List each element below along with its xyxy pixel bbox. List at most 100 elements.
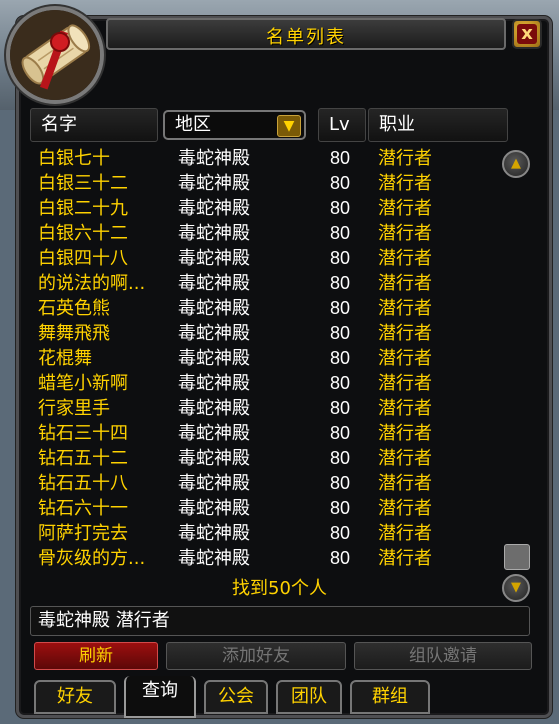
player-zone: 毒蛇神殿 — [178, 373, 250, 394]
player-name: 钻石三十四 — [38, 423, 128, 444]
list-row[interactable]: 钻石五十二 毒蛇神殿 80 潜行者 — [30, 446, 500, 471]
results-count: 找到50个人 — [232, 578, 327, 599]
player-name: 白银六十二 — [38, 223, 128, 244]
player-zone: 毒蛇神殿 — [178, 198, 250, 219]
player-zone: 毒蛇神殿 — [178, 298, 250, 319]
list-row[interactable]: 白银二十九 毒蛇神殿 80 潜行者 — [30, 196, 500, 221]
tab-chat-channels[interactable]: 群组 — [350, 680, 430, 714]
player-level: 80 — [330, 348, 351, 368]
player-class: 潜行者 — [378, 273, 432, 294]
column-header-name[interactable]: 名字 — [30, 108, 158, 142]
player-class: 潜行者 — [378, 248, 432, 269]
player-class: 潜行者 — [378, 523, 432, 544]
player-level: 80 — [330, 398, 351, 418]
player-class: 潜行者 — [378, 348, 432, 369]
refresh-button[interactable]: 刷新 — [34, 642, 158, 670]
player-class: 潜行者 — [378, 473, 432, 494]
player-class: 潜行者 — [378, 173, 432, 194]
tab-guild[interactable]: 公会 — [204, 680, 268, 714]
list-row[interactable]: 石英色熊 毒蛇神殿 80 潜行者 — [30, 296, 500, 321]
zone-dropdown-label: 地区 — [175, 114, 211, 135]
group-invite-button[interactable]: 组队邀请 — [354, 642, 532, 670]
list-row[interactable]: 钻石五十八 毒蛇神殿 80 潜行者 — [30, 471, 500, 496]
list-row[interactable]: 白银四十八 毒蛇神殿 80 潜行者 — [30, 246, 500, 271]
player-level: 80 — [330, 148, 351, 168]
player-level: 80 — [330, 373, 351, 393]
close-icon: x — [517, 24, 537, 44]
player-zone: 毒蛇神殿 — [178, 398, 250, 419]
player-class: 潜行者 — [378, 448, 432, 469]
search-status-text: 毒蛇神殿 潜行者 — [30, 606, 530, 636]
player-name: 白银三十二 — [38, 173, 128, 194]
player-name: 骨灰级的方... — [38, 548, 146, 569]
column-header-class[interactable]: 职业 — [368, 108, 508, 142]
player-zone: 毒蛇神殿 — [178, 498, 250, 519]
list-row[interactable]: 舞舞飛飛 毒蛇神殿 80 潜行者 — [30, 321, 500, 346]
column-header-level[interactable]: Lv — [318, 108, 366, 142]
player-name: 白银四十八 — [38, 248, 128, 269]
player-class: 潜行者 — [378, 498, 432, 519]
player-name: 舞舞飛飛 — [38, 323, 110, 344]
list-row[interactable]: 行家里手 毒蛇神殿 80 潜行者 — [30, 396, 500, 421]
list-row[interactable]: 白银七十 毒蛇神殿 80 潜行者 — [30, 146, 500, 171]
tab-who[interactable]: 查询 — [124, 676, 196, 718]
player-level: 80 — [330, 173, 351, 193]
window-title: 名单列表 — [266, 27, 346, 48]
list-row[interactable]: 骨灰级的方... 毒蛇神殿 80 潜行者 — [30, 546, 500, 571]
player-zone: 毒蛇神殿 — [178, 248, 250, 269]
scrollbar[interactable]: ▲ ▼ — [502, 146, 532, 602]
player-name: 白银七十 — [38, 148, 110, 169]
player-class: 潜行者 — [378, 223, 432, 244]
list-row[interactable]: 花棍舞 毒蛇神殿 80 潜行者 — [30, 346, 500, 371]
player-class: 潜行者 — [378, 423, 432, 444]
player-name: 钻石五十二 — [38, 448, 128, 469]
player-zone: 毒蛇神殿 — [178, 348, 250, 369]
player-level: 80 — [330, 323, 351, 343]
player-zone: 毒蛇神殿 — [178, 523, 250, 544]
player-level: 80 — [330, 248, 351, 268]
scroll-icon — [10, 10, 100, 100]
player-name: 钻石六十一 — [38, 498, 128, 519]
player-class: 潜行者 — [378, 198, 432, 219]
player-level: 80 — [330, 423, 351, 443]
player-name: 蜡笔小新啊 — [38, 373, 128, 394]
player-name: 花棍舞 — [38, 348, 92, 369]
player-name: 行家里手 — [38, 398, 110, 419]
player-level: 80 — [330, 473, 351, 493]
player-class: 潜行者 — [378, 398, 432, 419]
tab-raid[interactable]: 团队 — [276, 680, 342, 714]
player-class: 潜行者 — [378, 148, 432, 169]
player-class: 潜行者 — [378, 298, 432, 319]
zone-dropdown[interactable]: 地区 ▼ — [163, 110, 306, 140]
player-name: 白银二十九 — [38, 198, 128, 219]
player-zone: 毒蛇神殿 — [178, 548, 250, 569]
player-zone: 毒蛇神殿 — [178, 448, 250, 469]
list-row[interactable]: 钻石三十四 毒蛇神殿 80 潜行者 — [30, 421, 500, 446]
chevron-down-icon[interactable]: ▼ — [277, 115, 301, 137]
title-bar[interactable]: 名单列表 — [106, 18, 506, 50]
list-row[interactable]: 蜡笔小新啊 毒蛇神殿 80 潜行者 — [30, 371, 500, 396]
player-zone: 毒蛇神殿 — [178, 173, 250, 194]
list-row[interactable]: 的说法的啊... 毒蛇神殿 80 潜行者 — [30, 271, 500, 296]
tab-friends[interactable]: 好友 — [34, 680, 116, 714]
list-row[interactable]: 阿萨打完去 毒蛇神殿 80 潜行者 — [30, 521, 500, 546]
scroll-thumb[interactable] — [504, 544, 530, 570]
list-row[interactable]: 白银三十二 毒蛇神殿 80 潜行者 — [30, 171, 500, 196]
player-level: 80 — [330, 523, 351, 543]
list-row[interactable]: 钻石六十一 毒蛇神殿 80 潜行者 — [30, 496, 500, 521]
list-row[interactable]: 白银六十二 毒蛇神殿 80 潜行者 — [30, 221, 500, 246]
scroll-up-button[interactable]: ▲ — [502, 150, 530, 178]
player-level: 80 — [330, 198, 351, 218]
player-name: 的说法的啊... — [38, 273, 146, 294]
player-zone: 毒蛇神殿 — [178, 423, 250, 444]
player-name: 石英色熊 — [38, 298, 110, 319]
player-name: 钻石五十八 — [38, 473, 128, 494]
close-button[interactable]: x — [512, 19, 542, 49]
scroll-portrait-icon — [6, 6, 104, 104]
player-level: 80 — [330, 548, 351, 568]
add-friend-button[interactable]: 添加好友 — [166, 642, 346, 670]
player-zone: 毒蛇神殿 — [178, 148, 250, 169]
player-level: 80 — [330, 223, 351, 243]
player-class: 潜行者 — [378, 373, 432, 394]
player-level: 80 — [330, 273, 351, 293]
